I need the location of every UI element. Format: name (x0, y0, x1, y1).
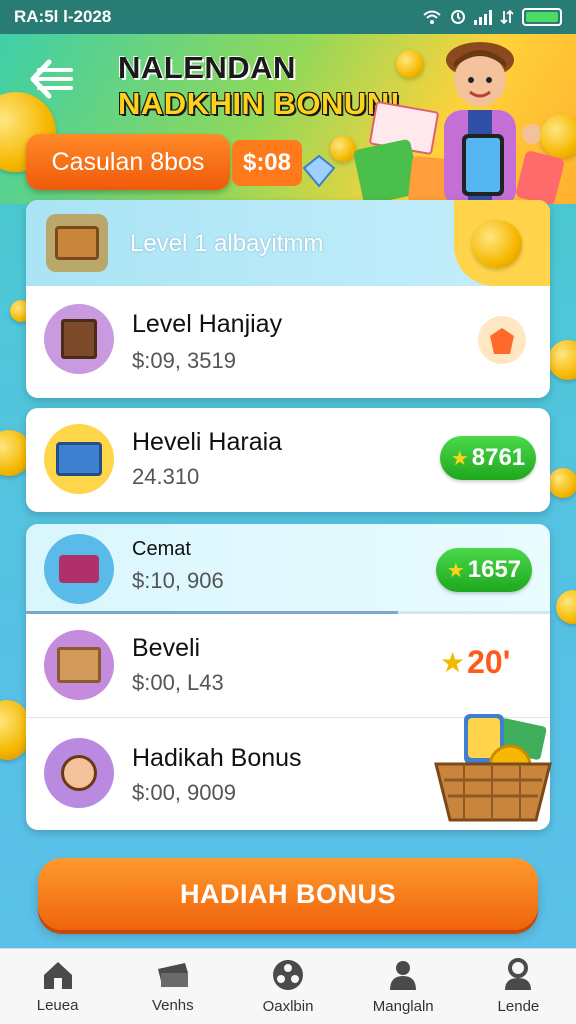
balance-amount: $:08 (232, 140, 302, 186)
ticket-icon (157, 963, 188, 987)
header-banner: NALENDAN NADKHIN BONUN! Casulan 8bos $:0… (0, 34, 576, 204)
list-item-amount: 24.310 (132, 464, 200, 489)
star-reward[interactable]: ★ 20' (440, 644, 510, 681)
nav-item-profile[interactable]: Lende (461, 949, 576, 1024)
nav-label: Venhs (151, 997, 194, 1014)
nav-item-tickets[interactable]: Venhs (115, 949, 230, 1024)
mascot-illustration (444, 42, 540, 204)
data-icon (500, 9, 514, 25)
battery-icon (522, 8, 562, 26)
list-item-amount: $:10, 906 (132, 568, 224, 593)
reward-badge-value: 1657 (467, 556, 522, 583)
alarm-icon (451, 10, 465, 24)
gift-basket-icon (434, 714, 552, 822)
list-item[interactable]: Level Hanjiay $:09, 3519 (26, 286, 550, 398)
chest-icon (46, 214, 108, 272)
star-reward-value: 20' (467, 644, 511, 680)
lawnmower-icon (44, 534, 114, 604)
bonus-button-label: HADIAH BONUS (179, 878, 396, 909)
reward-badge[interactable]: ★ 1657 (436, 548, 532, 592)
list-item-title: Hadikah Bonus (132, 744, 302, 772)
list-item[interactable]: Heveli Haraia 24.310 ★ 8761 (26, 408, 550, 512)
background-coin-icon (548, 340, 576, 380)
home-icon (43, 962, 72, 989)
list-item-title: Beveli (132, 634, 201, 662)
list-item[interactable]: Cemat $:10, 906 ★ 1657 (26, 524, 550, 614)
user-group-icon (390, 961, 417, 990)
coin-icon (472, 220, 522, 268)
ball-icon (273, 960, 303, 990)
crate-icon (44, 630, 114, 700)
nav-item-games[interactable]: Oaxlbin (230, 949, 345, 1024)
list-item-title: Level Hanjiay (132, 310, 283, 338)
nav-label: Lende (497, 998, 540, 1015)
bonus-button[interactable]: HADIAH BONUS (38, 858, 538, 930)
star-icon: ★ (450, 447, 469, 470)
header-coin-icon (540, 114, 576, 158)
apple-icon (478, 316, 526, 364)
profile-icon (505, 958, 532, 990)
balance-label-button[interactable]: Casulan 8bos (26, 134, 230, 190)
list-item-title: Cemat (132, 538, 191, 560)
list-item[interactable]: Beveli $:00, L43 ★ 20' (26, 614, 550, 718)
list-item-amount: $:00, 9009 (132, 780, 236, 805)
status-time: RA:5l l-2028 (14, 7, 112, 26)
page-title: NALENDAN (118, 50, 296, 85)
status-icons (422, 8, 562, 26)
signal-icon (474, 9, 492, 25)
bottom-navigation: Leuea Venhs Oaxlbin Manglaln Lende (0, 948, 576, 1024)
nav-label: Leuea (36, 997, 79, 1014)
wifi-icon (423, 10, 441, 24)
level-banner-label: Level 1 albayitmm (130, 230, 324, 257)
background-coin-icon (548, 468, 576, 498)
star-icon: ★ (446, 559, 465, 582)
status-bar: RA:5l l-2028 (0, 0, 576, 34)
list-item-title: Heveli Haraia (132, 428, 283, 456)
reward-badge[interactable]: ★ 8761 (440, 436, 536, 480)
background-coin-icon (556, 590, 576, 624)
balance-label: Casulan 8bos (51, 147, 205, 176)
list-item-amount: $:00, L43 (132, 670, 224, 695)
cabinet-icon (44, 304, 114, 374)
nav-item-community[interactable]: Manglaln (346, 949, 461, 1024)
back-arrow-icon (30, 59, 73, 99)
gem-icon (302, 154, 336, 188)
level-banner-card[interactable]: Level 1 albayitmm Level Hanjiay $:09, 35… (26, 200, 550, 398)
reward-badge-value: 8761 (471, 444, 526, 471)
back-button[interactable] (26, 56, 78, 104)
nav-label: Manglaln (372, 998, 434, 1015)
level-banner: Level 1 albayitmm (26, 200, 550, 286)
character-icon (44, 738, 114, 808)
list-item-amount: $:09, 3519 (132, 348, 236, 373)
box-icon (44, 424, 114, 494)
nav-label: Oaxlbin (262, 998, 314, 1015)
nav-item-home[interactable]: Leuea (0, 949, 115, 1024)
page-subtitle: NADKHIN BONUN! (118, 86, 401, 121)
star-icon: ★ (440, 647, 466, 678)
